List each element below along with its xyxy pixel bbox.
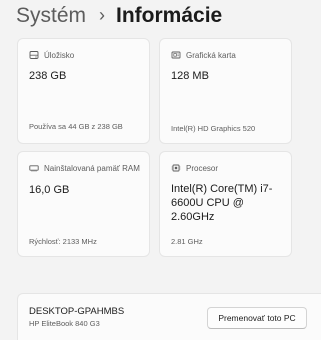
processor-card: Procesor Intel(R) Core(TM) i7-6600U CPU …	[159, 151, 292, 257]
storage-usage: Používa sa 44 GB z 238 GB	[29, 122, 123, 131]
storage-icon	[29, 51, 39, 59]
graphics-card-header: Grafická karta	[171, 50, 236, 60]
processor-speed: 2.81 GHz	[171, 237, 203, 246]
ram-speed: Rýchlosť: 2133 MHz	[29, 237, 97, 246]
graphics-card: Grafická karta 128 MB Intel(R) HD Graphi…	[159, 38, 292, 144]
storage-card-header: Úložisko	[29, 50, 74, 60]
device-name: DESKTOP-GPAHMBS	[29, 306, 125, 317]
processor-label: Procesor	[186, 163, 219, 173]
page-title: Informácie	[116, 3, 223, 27]
device-model: HP EliteBook 840 G3	[29, 319, 100, 328]
rename-pc-button[interactable]: Premenovať toto PC	[207, 307, 307, 329]
graphics-label: Grafická karta	[186, 50, 236, 60]
ram-value: 16,0 GB	[29, 184, 70, 196]
breadcrumb-parent-system[interactable]: Systém	[16, 5, 86, 26]
ram-icon	[29, 165, 39, 172]
breadcrumb-chevron-icon: ›	[99, 5, 106, 25]
ram-card: Nainštalovaná pamäť RAM 16,0 GB Rýchlosť…	[17, 151, 150, 257]
breadcrumb: Systém › Informácie	[16, 0, 222, 30]
processor-card-header: Procesor	[171, 163, 218, 173]
graphics-card-icon	[171, 51, 181, 59]
device-name-panel: DESKTOP-GPAHMBS HP EliteBook 840 G3 Prem…	[17, 293, 321, 340]
processor-icon	[171, 164, 181, 172]
ram-card-header: Nainštalovaná pamäť RAM	[29, 163, 140, 173]
graphics-value: 128 MB	[171, 70, 209, 82]
ram-label: Nainštalovaná pamäť RAM	[44, 163, 140, 173]
processor-value: Intel(R) Core(TM) i7-6600U CPU @ 2.60GHz	[171, 183, 273, 223]
graphics-model: Intel(R) HD Graphics 520	[171, 124, 256, 133]
storage-value: 238 GB	[29, 70, 67, 82]
storage-card: Úložisko 238 GB Používa sa 44 GB z 238 G…	[17, 38, 150, 144]
storage-label: Úložisko	[44, 50, 75, 60]
